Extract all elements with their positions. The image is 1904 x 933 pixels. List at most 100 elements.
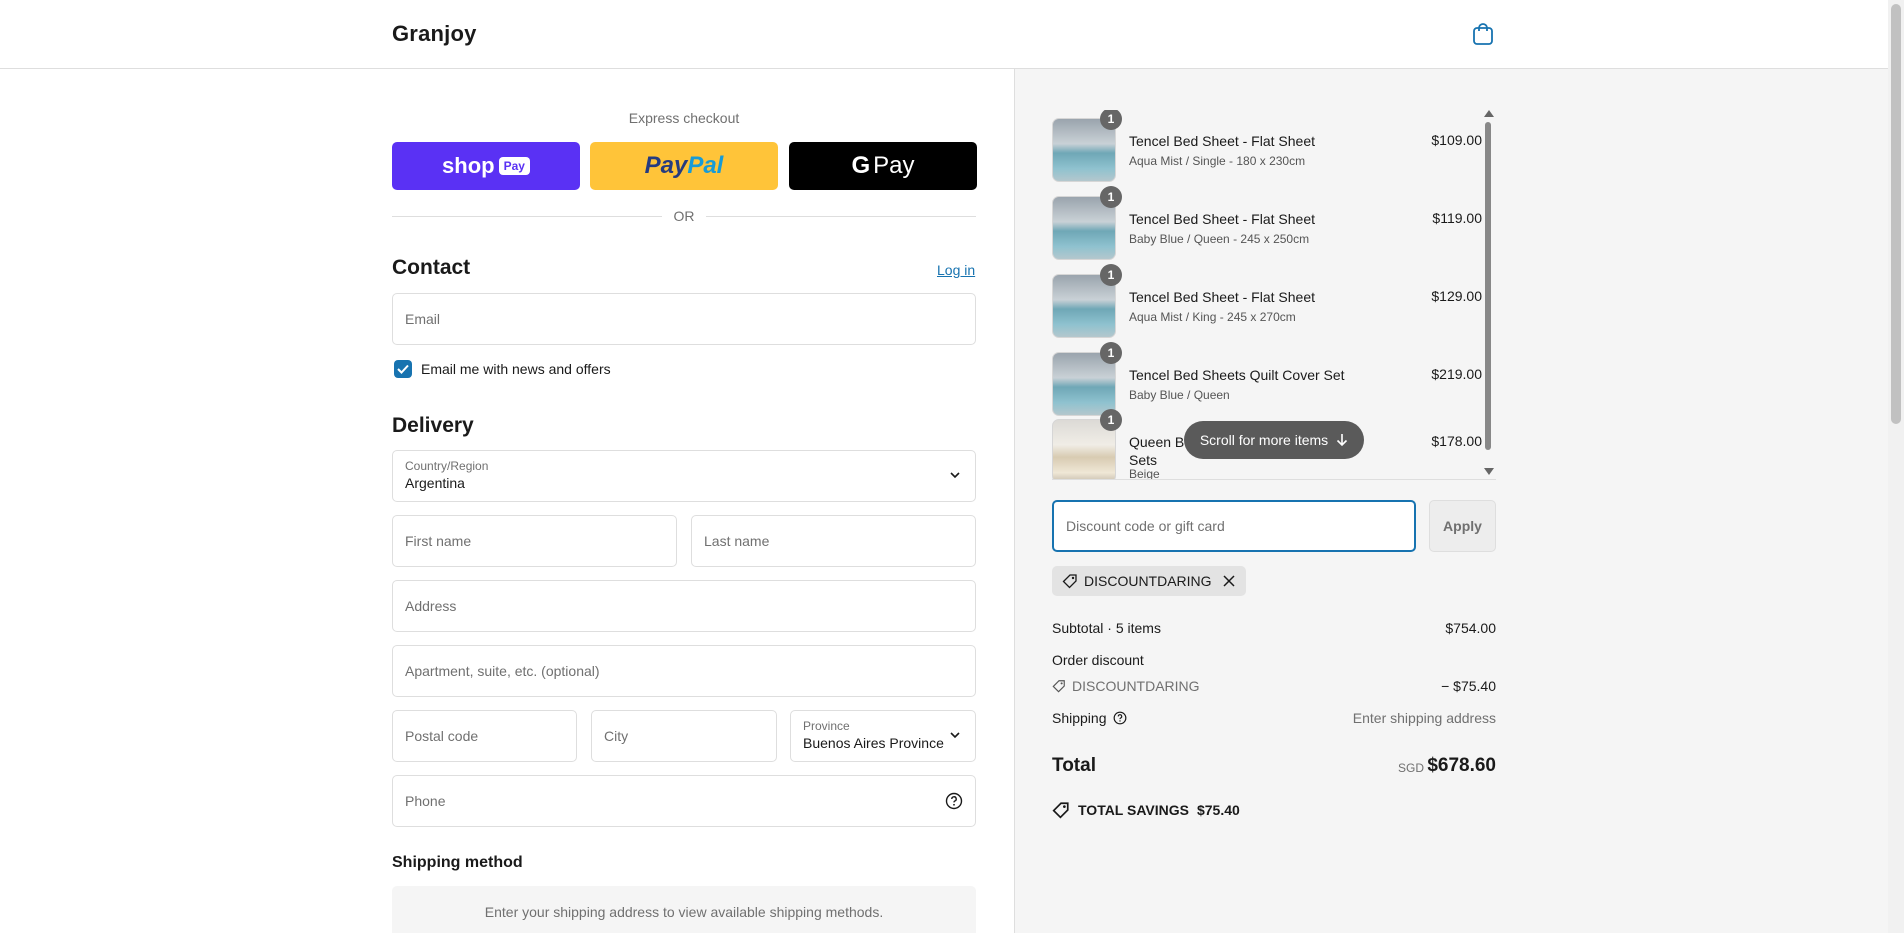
tag-icon — [1062, 574, 1077, 589]
product-price: $109.00 — [1431, 132, 1482, 148]
paypal-button[interactable]: Pay Pal — [590, 142, 778, 190]
order-discount-code-row: DISCOUNTDARING — [1052, 678, 1200, 694]
cart-item: 1 Tencel Bed Sheets Quilt Cover Set Baby B… — [1052, 342, 1482, 416]
product-price: $219.00 — [1431, 366, 1482, 382]
address-field[interactable] — [392, 580, 976, 632]
google-pay-button[interactable]: G Pay — [789, 142, 977, 190]
city-input[interactable] — [592, 711, 776, 761]
or-label: OR — [662, 208, 706, 224]
subtotal-value: $754.00 — [1445, 620, 1496, 636]
country-select[interactable]: Country/Region Argentina — [392, 450, 976, 502]
tag-icon — [1052, 802, 1069, 819]
help-circle-icon[interactable] — [945, 792, 963, 810]
shop-pay-button[interactable]: shop Pay — [392, 142, 580, 190]
total-savings-row: TOTAL SAVINGS $75.40 — [1052, 801, 1240, 819]
order-discount-value: − $75.40 — [1441, 678, 1496, 694]
newsletter-label: Email me with news and offers — [421, 361, 611, 377]
delivery-heading: Delivery — [392, 414, 474, 437]
product-variant: Baby Blue / Queen - 245 x 250cm — [1129, 232, 1310, 246]
email-field[interactable] — [392, 293, 976, 345]
province-select[interactable]: Province Buenos Aires Province — [790, 710, 976, 762]
total-value: $678.60 — [1427, 755, 1496, 776]
product-variant: Aqua Mist / King - 245 x 270cm — [1129, 310, 1296, 324]
total-savings-label: TOTAL SAVINGS — [1078, 802, 1189, 818]
country-label: Country/Region — [405, 459, 489, 473]
discount-code-field[interactable] — [1052, 500, 1416, 552]
phone-input[interactable] — [393, 776, 975, 826]
shipping-methods-placeholder: Enter your shipping address to view avai… — [392, 886, 976, 933]
scroll-for-more-button[interactable]: Scroll for more items — [1184, 421, 1364, 459]
quantity-badge: 1 — [1100, 110, 1122, 130]
scroll-hint-label: Scroll for more items — [1199, 432, 1329, 448]
page-scrollbar-thumb[interactable] — [1891, 4, 1901, 424]
last-name-field[interactable] — [691, 515, 976, 567]
cart-list-scrollbar[interactable] — [1485, 122, 1491, 450]
cart-item: 1 Tencel Bed Sheet - Flat Sheet Aqua Mist … — [1052, 264, 1482, 338]
chevron-down-icon — [950, 732, 960, 739]
quantity-badge: 1 — [1100, 342, 1122, 364]
brand-logo[interactable]: Granjoy — [392, 21, 477, 47]
cart-item: 1 Tencel Bed Sheet - Flat Sheet Baby Blue … — [1052, 186, 1482, 260]
discount-code-input[interactable] — [1054, 502, 1414, 550]
email-input[interactable] — [393, 294, 975, 344]
country-value: Argentina — [405, 475, 465, 491]
newsletter-checkbox[interactable] — [394, 360, 412, 378]
quantity-badge: 1 — [1100, 186, 1122, 208]
total-savings-value: $75.40 — [1196, 802, 1240, 818]
scroll-down-arrow-icon[interactable] — [1484, 468, 1494, 475]
quantity-badge: 1 — [1100, 264, 1122, 286]
postal-code-field[interactable] — [392, 710, 577, 762]
product-price: $178.00 — [1431, 433, 1482, 449]
order-discount-code: DISCOUNTDARING — [1072, 678, 1200, 694]
postal-code-input[interactable] — [393, 711, 576, 761]
phone-field[interactable] — [392, 775, 976, 827]
apply-discount-button[interactable]: Apply — [1429, 500, 1496, 552]
address-input[interactable] — [393, 581, 975, 631]
product-name: Tencel Bed Sheet - Flat Sheet — [1129, 211, 1315, 227]
total-label: Total — [1052, 755, 1096, 776]
applied-discount-code: DISCOUNTDARING — [1084, 573, 1212, 589]
contact-heading: Contact — [392, 256, 471, 279]
shipping-label: Shipping — [1052, 710, 1107, 726]
close-icon[interactable] — [1222, 574, 1236, 588]
product-variant: Beige — [1129, 467, 1160, 480]
first-name-field[interactable] — [392, 515, 677, 567]
product-variant: Aqua Mist / Single - 180 x 230cm — [1129, 154, 1306, 168]
chevron-down-icon — [950, 472, 960, 479]
shipping-row: Shipping — [1052, 710, 1127, 726]
express-checkout-label: Express checkout — [628, 110, 740, 126]
city-field[interactable] — [591, 710, 777, 762]
shop-pay-badge: Pay — [498, 157, 530, 175]
shipping-methods-message: Enter your shipping address to view avai… — [484, 904, 884, 920]
shopping-bag-icon[interactable] — [1472, 22, 1494, 46]
province-label: Province — [803, 719, 850, 733]
last-name-input[interactable] — [692, 516, 975, 566]
cart-item: 1 Tencel Bed Sheet - Flat Sheet Aqua Mist … — [1052, 110, 1482, 182]
apartment-field[interactable] — [392, 645, 976, 697]
checkmark-icon — [397, 364, 409, 374]
total-currency: SGD — [1398, 761, 1425, 775]
product-price: $119.00 — [1432, 210, 1482, 226]
site-header: Granjoy — [0, 0, 1888, 69]
shop-pay-text: shop — [442, 153, 495, 178]
apartment-input[interactable] — [393, 646, 975, 696]
login-link[interactable]: Log in — [937, 262, 975, 278]
first-name-input[interactable] — [393, 516, 676, 566]
scroll-up-arrow-icon[interactable] — [1484, 110, 1494, 117]
product-price: $129.00 — [1431, 288, 1482, 304]
product-variant: Baby Blue / Queen — [1129, 388, 1230, 402]
province-value: Buenos Aires Province — [803, 735, 944, 751]
help-circle-icon[interactable] — [1113, 711, 1127, 725]
order-discount-label: Order discount — [1052, 652, 1144, 668]
product-name: Tencel Bed Sheet - Flat Sheet — [1129, 133, 1315, 149]
paypal-text-pay: Pay — [644, 152, 688, 179]
product-name: Tencel Bed Sheet - Flat Sheet — [1129, 289, 1315, 305]
tag-icon — [1052, 680, 1065, 693]
product-name: Tencel Bed Sheets Quilt Cover Set — [1129, 367, 1345, 383]
shipping-method-heading: Shipping method — [392, 854, 523, 871]
paypal-text-pal: Pal — [687, 152, 724, 179]
google-pay-text: Pay — [873, 152, 915, 179]
applied-discount-chip: DISCOUNTDARING — [1052, 566, 1246, 596]
quantity-badge: 1 — [1100, 409, 1122, 431]
google-g-icon: G — [851, 152, 871, 179]
